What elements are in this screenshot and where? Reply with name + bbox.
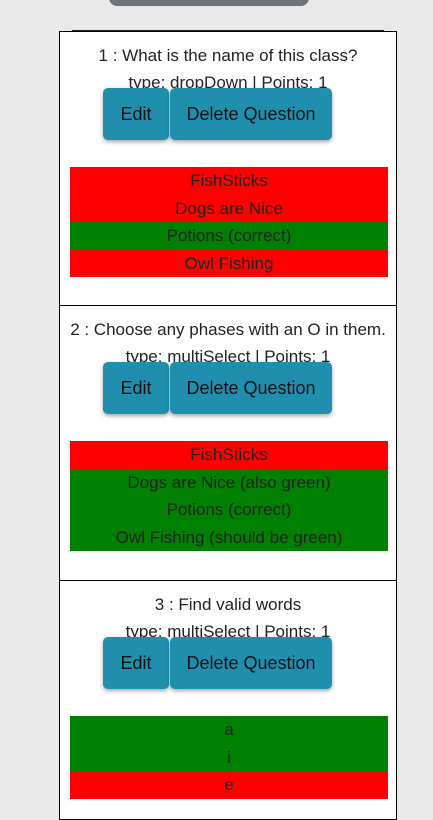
answer-item: FishSticks <box>70 441 388 469</box>
delete-question-button[interactable]: Delete Question <box>170 362 332 414</box>
answer-item: a <box>70 716 388 744</box>
question-title: 2 : Choose any phases with an O in them. <box>70 320 386 339</box>
answer-list: FishSticks Dogs are Nice Potions (correc… <box>70 167 388 277</box>
delete-question-button[interactable]: Delete Question <box>170 637 332 689</box>
edit-button[interactable]: Edit <box>103 362 169 414</box>
answer-list: a i e <box>70 716 388 799</box>
answer-item: Potions (correct) <box>70 222 388 250</box>
answer-item: Potions (correct) <box>70 496 388 524</box>
question-title: 3 : Find valid words <box>154 595 302 614</box>
answer-item: Owl Fishing (should be green) <box>70 523 388 551</box>
answer-list: FishSticks Dogs are Nice (also green) Po… <box>70 441 388 551</box>
question-card: 2 : Choose any phases with an O in them.… <box>59 305 397 581</box>
edit-button[interactable]: Edit <box>103 637 169 689</box>
answer-item: FishSticks <box>70 167 388 195</box>
answer-item: e <box>70 771 388 799</box>
edit-button[interactable]: Edit <box>103 88 169 140</box>
delete-question-button[interactable]: Delete Question <box>170 88 332 140</box>
top-button[interactable] <box>109 0 309 6</box>
answer-item: i <box>70 743 388 771</box>
question-card: 1 : What is the name of this class? type… <box>59 31 397 306</box>
answer-item: Dogs are Nice <box>70 194 388 222</box>
question-title: 1 : What is the name of this class? <box>98 46 358 65</box>
question-card: 3 : Find valid words type: multiSelect |… <box>59 580 397 820</box>
answer-item: Dogs are Nice (also green) <box>70 468 388 496</box>
answer-item: Owl Fishing <box>70 249 388 277</box>
